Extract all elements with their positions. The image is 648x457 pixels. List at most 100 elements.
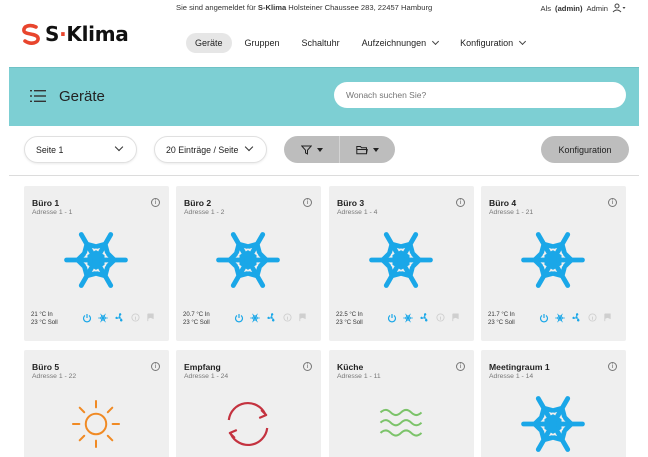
folder-icon — [356, 145, 368, 154]
device-card[interactable]: Büro 5 Adresse 1 - 22 i — [24, 350, 169, 457]
flag-icon[interactable] — [451, 313, 460, 322]
snowflake-icon[interactable] — [98, 313, 108, 323]
device-temperatures: 22.5 °C In 23 °C Soll — [336, 311, 363, 327]
device-address: Adresse 1 - 24 — [184, 373, 229, 380]
folder-button[interactable] — [339, 136, 395, 163]
flag-icon[interactable] — [146, 313, 155, 322]
nav-item-schaltuhr[interactable]: Schaltuhr — [293, 33, 349, 53]
device-card[interactable]: Büro 2 Adresse 1 - 2 i 20.7 °C In 23 °C … — [176, 186, 321, 341]
info-icon[interactable]: i — [151, 362, 160, 371]
nav-item-gruppen[interactable]: Gruppen — [236, 33, 289, 53]
page-title: Geräte — [59, 88, 105, 105]
info-circle-icon[interactable] — [131, 313, 140, 322]
power-icon[interactable] — [82, 313, 92, 323]
device-name: Meetingraum 1 — [489, 362, 550, 372]
device-card[interactable]: Empfang Adresse 1 - 24 i — [176, 350, 321, 457]
device-name: Büro 2 — [184, 198, 212, 208]
top-header: S·Klima Sie sind angemeldet für S-Klima … — [0, 0, 648, 62]
nav-item-konfiguration[interactable]: Konfiguration — [451, 33, 534, 53]
device-card[interactable]: Büro 3 Adresse 1 - 4 i 22.5 °C In 23 °C … — [329, 186, 474, 341]
logo-text: S·Klima — [45, 22, 129, 46]
snowflake-icon — [369, 232, 433, 288]
menu-list-icon[interactable] — [30, 89, 46, 103]
device-name: Küche — [337, 362, 364, 372]
info-icon[interactable]: i — [151, 198, 160, 207]
per-page-select[interactable]: 20 Einträge / Seite — [154, 136, 267, 163]
snowflake-icon[interactable] — [555, 313, 565, 323]
device-name: Büro 1 — [32, 198, 60, 208]
temp-in: 21.7 °C In — [488, 312, 515, 318]
sun-icon — [71, 399, 121, 449]
device-temperatures: 21.7 °C In 23 °C Soll — [488, 311, 515, 327]
info-circle-icon[interactable] — [283, 313, 292, 322]
device-address: Adresse 1 - 1 — [32, 209, 73, 216]
power-icon[interactable] — [387, 313, 397, 323]
device-controls — [234, 312, 307, 323]
info-icon[interactable]: i — [303, 362, 312, 371]
configuration-button[interactable]: Konfiguration — [541, 136, 629, 163]
filter-icon — [300, 145, 312, 155]
s-klima-logo-icon — [22, 23, 40, 45]
power-icon[interactable] — [234, 313, 244, 323]
page-select[interactable]: Seite 1 — [24, 136, 137, 163]
auto-cycle-icon — [227, 401, 269, 447]
temp-setpoint: 23 °C Soll — [183, 320, 210, 326]
device-address: Adresse 1 - 2 — [184, 209, 225, 216]
snowflake-icon[interactable] — [250, 313, 260, 323]
user-info[interactable]: Als (admin) Admin — [540, 3, 626, 13]
login-info: Sie sind angemeldet für S-Klima Holstein… — [176, 3, 433, 12]
chevron-down-icon — [244, 142, 254, 152]
device-address: Adresse 1 - 4 — [337, 209, 378, 216]
flag-icon[interactable] — [603, 313, 612, 322]
user-icon[interactable] — [612, 3, 626, 13]
filter-button[interactable] — [284, 136, 339, 163]
info-icon[interactable]: i — [608, 362, 617, 371]
temp-setpoint: 23 °C Soll — [488, 320, 515, 326]
device-card[interactable]: Meetingraum 1 Adresse 1 - 14 i — [481, 350, 626, 457]
chevron-down-icon — [519, 37, 527, 46]
fan-icon[interactable] — [419, 312, 430, 323]
info-icon[interactable]: i — [303, 198, 312, 207]
device-address: Adresse 1 - 11 — [337, 373, 381, 380]
chevron-down-icon — [432, 37, 440, 46]
snowflake-icon — [521, 396, 585, 452]
main-nav: Geräte Gruppen Schaltuhr Aufzeichnungen … — [186, 33, 534, 53]
snowflake-icon — [521, 232, 585, 288]
info-circle-icon[interactable] — [436, 313, 445, 322]
info-icon[interactable]: i — [456, 198, 465, 207]
temp-in: 20.7 °C In — [183, 312, 210, 318]
toolbar: Seite 1 20 Einträge / Seite Konfiguratio… — [0, 126, 648, 178]
device-controls — [387, 312, 460, 323]
snowflake-icon — [64, 232, 128, 288]
device-name: Büro 5 — [32, 362, 60, 372]
nav-item-geraete[interactable]: Geräte — [186, 33, 232, 53]
info-icon[interactable]: i — [456, 362, 465, 371]
info-icon[interactable]: i — [608, 198, 617, 207]
temp-setpoint: 23 °C Soll — [336, 320, 363, 326]
device-temperatures: 21 °C In 23 °C Soll — [31, 311, 58, 327]
nav-item-aufzeichnungen[interactable]: Aufzeichnungen — [353, 33, 448, 53]
fan-icon[interactable] — [114, 312, 125, 323]
page-header-band: Geräte — [9, 67, 639, 126]
logo[interactable]: S·Klima — [20, 22, 129, 46]
device-card[interactable]: Büro 4 Adresse 1 - 21 i 21.7 °C In 23 °C… — [481, 186, 626, 341]
device-controls — [82, 312, 155, 323]
device-temperatures: 20.7 °C In 23 °C Soll — [183, 311, 210, 327]
flag-icon[interactable] — [298, 313, 307, 322]
chevron-down-icon — [114, 142, 124, 152]
fan-icon[interactable] — [571, 312, 582, 323]
info-circle-icon[interactable] — [588, 313, 597, 322]
power-icon[interactable] — [539, 313, 549, 323]
search-input[interactable] — [334, 82, 626, 108]
device-card[interactable]: Büro 1 Adresse 1 - 1 i 21 °C In 23 °C So… — [24, 186, 169, 341]
snowflake-icon — [216, 232, 280, 288]
device-name: Büro 4 — [489, 198, 517, 208]
fan-icon[interactable] — [266, 312, 277, 323]
device-card[interactable]: Küche Adresse 1 - 11 i — [329, 350, 474, 457]
caret-down-icon — [373, 147, 379, 152]
device-address: Adresse 1 - 14 — [489, 373, 534, 380]
caret-down-icon — [316, 147, 323, 152]
snowflake-icon[interactable] — [403, 313, 413, 323]
device-address: Adresse 1 - 21 — [489, 209, 534, 216]
device-controls — [539, 312, 612, 323]
